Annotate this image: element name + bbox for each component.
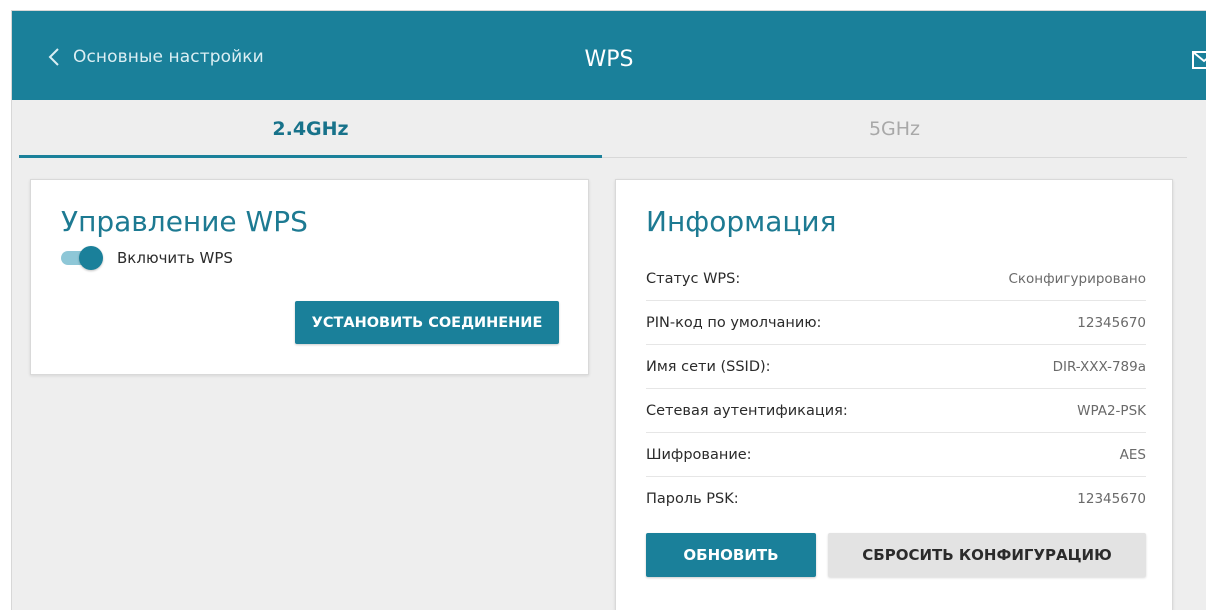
info-label: Шифрование: xyxy=(646,446,752,463)
enable-wps-label: Включить WPS xyxy=(117,249,233,267)
toggle-knob xyxy=(79,246,103,270)
info-label: Статус WPS: xyxy=(646,270,741,287)
wps-control-card: Управление WPS Включить WPS УСТАНОВИТЬ С… xyxy=(30,179,589,375)
browser-viewport: Основные настройки WPS 2.4GHz 5GHz Управ… xyxy=(0,0,1206,610)
info-row-wps-status: Статус WPS: Сконфигурировано xyxy=(646,257,1146,301)
info-value: WPA2-PSK xyxy=(1077,402,1146,419)
info-row-encryption: Шифрование: AES xyxy=(646,433,1146,477)
info-value: DIR-XXX-789a xyxy=(1052,358,1146,375)
info-card: Информация Статус WPS: Сконфигурировано … xyxy=(615,179,1173,610)
info-label: PIN-код по умолчанию: xyxy=(646,314,822,331)
band-tabs: 2.4GHz 5GHz xyxy=(19,100,1187,158)
info-value: AES xyxy=(1119,446,1146,463)
tab-2-4ghz[interactable]: 2.4GHz xyxy=(19,100,602,158)
info-value: Сконфигурировано xyxy=(1008,270,1146,287)
tab-5ghz[interactable]: 5GHz xyxy=(602,100,1187,158)
header-bar: Основные настройки WPS xyxy=(12,11,1206,100)
info-value: 12345670 xyxy=(1077,314,1146,331)
page: Основные настройки WPS 2.4GHz 5GHz Управ… xyxy=(11,10,1206,610)
refresh-button[interactable]: ОБНОВИТЬ xyxy=(646,533,816,577)
mail-icon[interactable] xyxy=(1192,51,1206,73)
info-row-psk-password: Пароль PSK: 12345670 xyxy=(646,477,1146,521)
info-row-default-pin: PIN-код по умолчанию: 12345670 xyxy=(646,301,1146,345)
info-row-auth: Сетевая аутентификация: WPA2-PSK xyxy=(646,389,1146,433)
wps-control-title: Управление WPS xyxy=(61,205,308,238)
info-table: Статус WPS: Сконфигурировано PIN-код по … xyxy=(646,257,1146,521)
info-label: Сетевая аутентификация: xyxy=(646,402,848,419)
info-title: Информация xyxy=(646,205,837,238)
connect-button[interactable]: УСТАНОВИТЬ СОЕДИНЕНИЕ xyxy=(295,301,559,344)
info-label: Пароль PSK: xyxy=(646,491,739,507)
reset-config-button[interactable]: СБРОСИТЬ КОНФИГУРАЦИЮ xyxy=(828,533,1146,577)
enable-wps-row: Включить WPS xyxy=(61,246,233,270)
enable-wps-toggle[interactable] xyxy=(61,246,103,270)
info-value: 12345670 xyxy=(1077,491,1146,507)
info-row-ssid: Имя сети (SSID): DIR-XXX-789a xyxy=(646,345,1146,389)
info-label: Имя сети (SSID): xyxy=(646,358,771,375)
page-title: WPS xyxy=(584,47,634,72)
